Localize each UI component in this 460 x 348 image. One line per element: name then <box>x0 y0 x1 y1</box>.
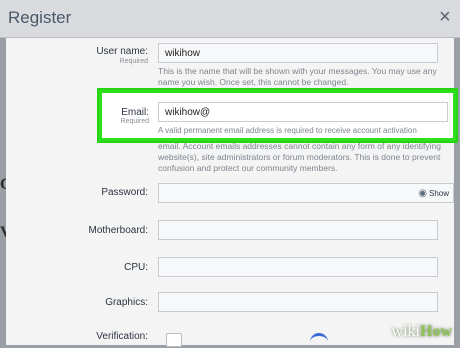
email-highlight: Email: Required wikihow@ A valid permane… <box>99 90 456 141</box>
username-help: This is the name that will be shown with… <box>158 66 437 87</box>
password-field[interactable]: ◉ Show <box>158 183 454 203</box>
graphics-field[interactable] <box>158 292 438 312</box>
watermark: wikiHow <box>392 323 452 341</box>
dialog-titlebar: Register × <box>0 0 460 38</box>
verification-label: Verification: <box>96 331 148 342</box>
watermark-wiki: wiki <box>391 323 420 340</box>
email-help-more: email. Account emails addresses cannot c… <box>158 141 442 173</box>
close-icon[interactable]: × <box>439 7 451 27</box>
username-required: Required <box>119 58 148 65</box>
email-help: A valid permanent email address is requi… <box>158 126 417 135</box>
captcha-logo-icon <box>310 333 328 348</box>
motherboard-field[interactable] <box>158 220 438 240</box>
show-label: Show <box>428 189 449 198</box>
dialog-title: Register <box>8 8 72 27</box>
graphics-label: Graphics: <box>105 297 148 308</box>
email-required: Required <box>120 118 149 125</box>
register-dialog: Register × User name: Required wikihow T… <box>0 0 460 348</box>
motherboard-label: Motherboard: <box>88 225 148 236</box>
password-label: Password: <box>101 187 148 198</box>
username-field[interactable]: wikihow <box>158 43 438 63</box>
cpu-label: CPU: <box>124 262 148 273</box>
watermark-how: How <box>420 323 452 340</box>
email-label: Email: <box>121 107 149 118</box>
eye-icon: ◉ <box>418 188 427 199</box>
username-label: User name: <box>96 46 148 57</box>
show-password-toggle[interactable]: ◉ Show <box>418 188 449 199</box>
email-field[interactable]: wikihow@ <box>158 102 448 122</box>
cpu-field[interactable] <box>158 257 438 277</box>
